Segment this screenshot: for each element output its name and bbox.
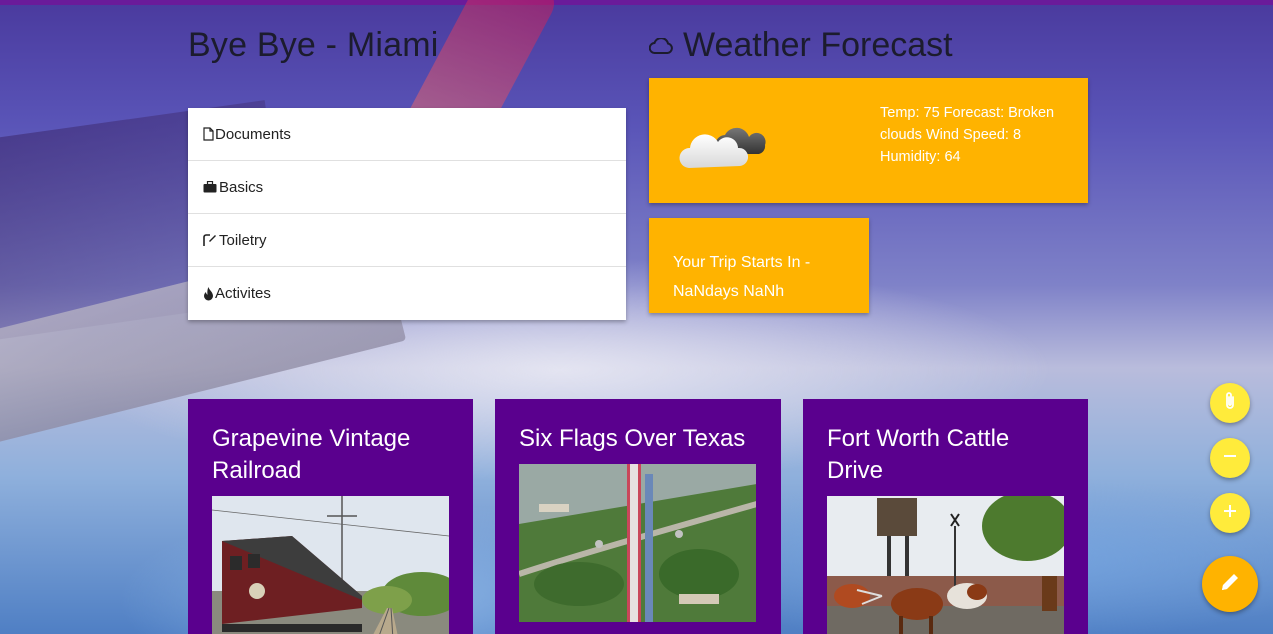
- attraction-card-grapevine[interactable]: Grapevine Vintage Railroad: [188, 399, 473, 634]
- trip-countdown-text: Your Trip Starts In - NaNdays NaNh: [673, 254, 811, 300]
- menu-item-label: Basics: [219, 178, 264, 196]
- vintage-train-photo: [212, 496, 449, 634]
- add-button[interactable]: [1210, 493, 1250, 533]
- menu-item-label: Toiletry: [219, 231, 267, 249]
- edit-fab-button[interactable]: [1202, 556, 1258, 612]
- amusement-park-aerial-photo: [519, 464, 756, 622]
- weather-details: Temp: 75 Forecast: Broken clouds Wind Sp…: [880, 105, 1055, 165]
- plus-icon: [1223, 504, 1237, 523]
- broken-clouds-icon: [679, 120, 769, 170]
- trip-countdown-card: Your Trip Starts In - NaNdays NaNh: [649, 218, 869, 313]
- document-icon: [203, 127, 215, 141]
- brush-icon: [203, 233, 219, 247]
- checklist-menu: Documents Basics Toiletry Activites: [188, 108, 626, 320]
- menu-item-toiletry[interactable]: Toiletry: [188, 214, 626, 267]
- attraction-title: Fort Worth Cattle Drive: [827, 425, 1010, 484]
- longhorn-cattle-photo: [827, 496, 1064, 634]
- remove-button[interactable]: [1210, 438, 1250, 478]
- cloud-outline-icon: [649, 37, 675, 54]
- menu-item-activites[interactable]: Activites: [188, 267, 626, 320]
- minus-icon: [1223, 449, 1237, 468]
- attach-icon: [1224, 391, 1236, 416]
- weather-title: Weather Forecast: [683, 26, 953, 64]
- menu-item-label: Documents: [215, 125, 291, 143]
- weather-card: Temp: 75 Forecast: Broken clouds Wind Sp…: [649, 78, 1088, 203]
- attach-button[interactable]: [1210, 383, 1250, 423]
- trip-title: Bye Bye - Miami: [188, 26, 439, 64]
- menu-item-documents[interactable]: Documents: [188, 108, 626, 161]
- attraction-title: Grapevine Vintage Railroad: [212, 425, 411, 484]
- attraction-card-six-flags[interactable]: Six Flags Over Texas: [495, 399, 781, 634]
- pencil-icon: [1220, 572, 1240, 597]
- menu-item-label: Activites: [215, 285, 271, 302]
- fire-icon: [203, 286, 215, 301]
- top-accent-bar: [0, 0, 1273, 5]
- attraction-title: Six Flags Over Texas: [519, 425, 746, 452]
- briefcase-icon: [203, 181, 219, 193]
- attraction-card-fort-worth[interactable]: Fort Worth Cattle Drive: [803, 399, 1088, 634]
- weather-heading: Weather Forecast: [649, 26, 953, 65]
- menu-item-basics[interactable]: Basics: [188, 161, 626, 214]
